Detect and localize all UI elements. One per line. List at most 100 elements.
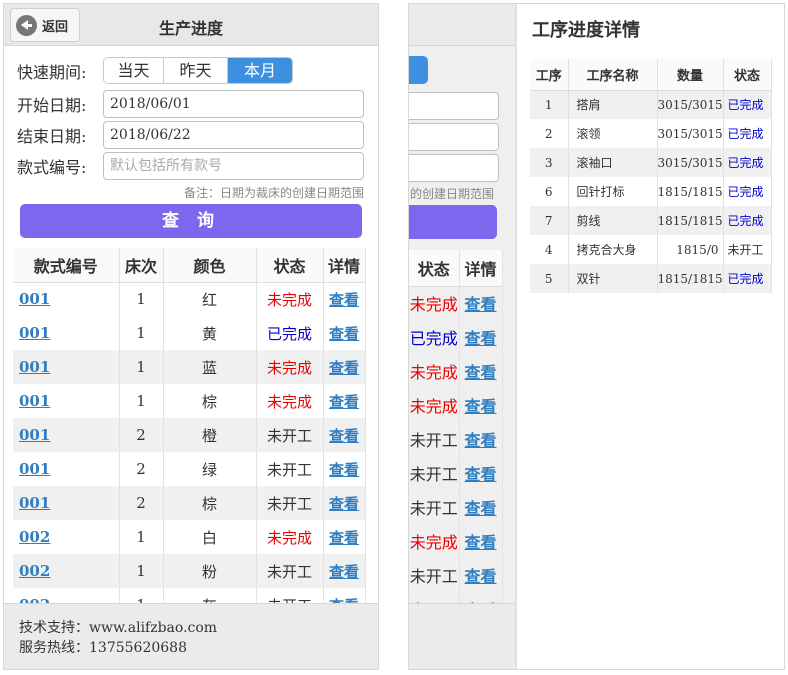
start-date-label: 开始日期: [17, 96, 87, 115]
status-cell: 已完成 [723, 119, 772, 148]
bed-cell: 2 [119, 418, 164, 452]
quantity-cell: 1815/1815 [657, 206, 724, 235]
table-row: 未开工查看 [409, 558, 503, 592]
column-header-style-code: 款式编号 [13, 248, 120, 283]
view-detail-link[interactable]: 查看 [329, 393, 359, 411]
quantity-cell: 3015/3015 [657, 90, 724, 119]
table-row: 2 滚领 3015/3015 已完成 [530, 119, 772, 148]
column-header-color: 颜色 [163, 248, 257, 283]
table-header-row: 款式编号 床次 颜色 状态 详情 [13, 248, 366, 283]
style-code-input[interactable]: 默认包括所有款号 [103, 152, 364, 180]
style-code-link[interactable]: 001 [19, 290, 50, 308]
bed-cell: 1 [119, 350, 164, 384]
query-button[interactable]: 查 询 [20, 204, 362, 238]
style-code-link[interactable]: 001 [19, 392, 50, 410]
status-cell: 未完成 [409, 286, 460, 320]
style-code-link[interactable]: 001 [19, 324, 50, 342]
view-detail-link[interactable]: 查看 [329, 563, 359, 581]
status-cell: 未开工 [256, 486, 324, 520]
column-header-status: 状态 [409, 250, 460, 287]
table-row: 001 2 橙 未开工 查看 [13, 418, 366, 452]
status-cell: 已完成 [723, 148, 772, 177]
column-header-status: 状态 [723, 59, 772, 91]
view-detail-link[interactable]: 查看 [329, 427, 359, 445]
status-cell: 已完成 [723, 90, 772, 119]
step-cell: 3 [530, 148, 569, 177]
start-date-input[interactable]: 2018/06/01 [103, 90, 364, 118]
style-code-link[interactable]: 001 [19, 426, 50, 444]
background-segment-active [409, 56, 428, 84]
quick-period-yesterday[interactable]: 昨天 [164, 58, 228, 83]
view-detail-link[interactable]: 查看 [329, 495, 359, 513]
step-cell: 4 [530, 235, 569, 264]
color-cell: 棕 [163, 486, 257, 520]
step-name-cell: 剪线 [568, 206, 658, 235]
style-code-link[interactable]: 001 [19, 358, 50, 376]
background-table: 状态 详情 未完成 查看 已完成 查看 未完成 查看 未完成 查看 未开工 查看 未开工查… [409, 250, 503, 626]
end-date-row: 结束日期: 2018/06/22 [17, 121, 364, 149]
column-header-step-name: 工序名称 [568, 59, 658, 91]
quick-period-this-month[interactable]: 本月 [228, 58, 292, 83]
quantity-cell: 1815/1815 [657, 264, 724, 293]
column-header-step: 工序 [530, 59, 569, 91]
table-row: 002 1 白 未完成 查看 [13, 520, 366, 554]
background-top-bar [409, 4, 517, 46]
background-note: 的创建日期范围 [410, 187, 495, 201]
view-detail-link: 查看 [464, 295, 497, 315]
table-row: 3 滚袖口 3015/3015 已完成 [530, 148, 772, 177]
quantity-cell: 1815/1815 [657, 177, 724, 206]
step-cell: 5 [530, 264, 569, 293]
color-cell: 绿 [163, 452, 257, 486]
background-query-button [409, 205, 497, 239]
quick-period-segmented-control: 当天 昨天 本月 [103, 57, 293, 84]
style-code-link[interactable]: 002 [19, 528, 50, 546]
view-detail-link[interactable]: 查看 [329, 359, 359, 377]
bed-cell: 1 [119, 384, 164, 418]
status-cell: 未开工 [256, 554, 324, 588]
status-cell: 未开工 [409, 456, 460, 490]
step-name-cell: 滚领 [568, 119, 658, 148]
status-cell: 未完成 [409, 524, 460, 558]
step-name-cell: 滚袖口 [568, 148, 658, 177]
bed-cell: 1 [119, 554, 164, 588]
step-name-cell: 搭肩 [568, 90, 658, 119]
status-cell: 未开工 [723, 235, 772, 264]
background-style-code-input [409, 154, 499, 182]
table-header-row: 工序 工序名称 数量 状态 [530, 59, 772, 91]
view-detail-link: 查看 [464, 499, 497, 518]
color-cell: 黄 [163, 316, 257, 350]
status-cell: 未完成 [409, 354, 460, 388]
quick-period-today[interactable]: 当天 [104, 58, 164, 83]
step-cell: 6 [530, 177, 569, 206]
view-detail-link: 查看 [464, 363, 497, 382]
view-detail-link[interactable]: 查看 [329, 325, 359, 343]
quick-period-label: 快速期间: [17, 62, 87, 82]
end-date-input[interactable]: 2018/06/22 [103, 121, 364, 149]
start-date-row: 开始日期: 2018/06/01 [17, 90, 364, 118]
style-code-link[interactable]: 001 [19, 494, 50, 512]
view-detail-link: 查看 [464, 329, 497, 348]
style-code-link[interactable]: 002 [19, 562, 50, 580]
quantity-cell: 1815/0 [657, 235, 724, 264]
background-start-date-input [409, 92, 499, 120]
style-code-link[interactable]: 001 [19, 460, 50, 478]
service-hotline-text: 服务热线：13755620688 [19, 640, 187, 656]
view-detail-link[interactable]: 查看 [329, 529, 359, 547]
view-detail-link: 查看 [464, 567, 497, 586]
view-detail-link: 查看 [464, 397, 497, 416]
status-cell: 已完成 [723, 264, 772, 293]
step-cell: 7 [530, 206, 569, 235]
table-row: 未完成 查看 [409, 524, 503, 558]
column-header-status: 状态 [256, 248, 324, 283]
date-range-note: 备注：日期为裁床的创建日期范围 [183, 186, 364, 200]
bed-cell: 1 [119, 282, 164, 316]
status-cell: 未完成 [256, 520, 324, 554]
color-cell: 蓝 [163, 350, 257, 384]
status-cell: 未完成 [256, 384, 324, 418]
view-detail-link[interactable]: 查看 [329, 291, 359, 309]
view-detail-link[interactable]: 查看 [329, 461, 359, 479]
bed-cell: 2 [119, 486, 164, 520]
table-row: 001 1 红 未完成 查看 [13, 282, 366, 316]
view-detail-link: 查看 [464, 431, 497, 450]
status-cell: 已完成 [723, 177, 772, 206]
